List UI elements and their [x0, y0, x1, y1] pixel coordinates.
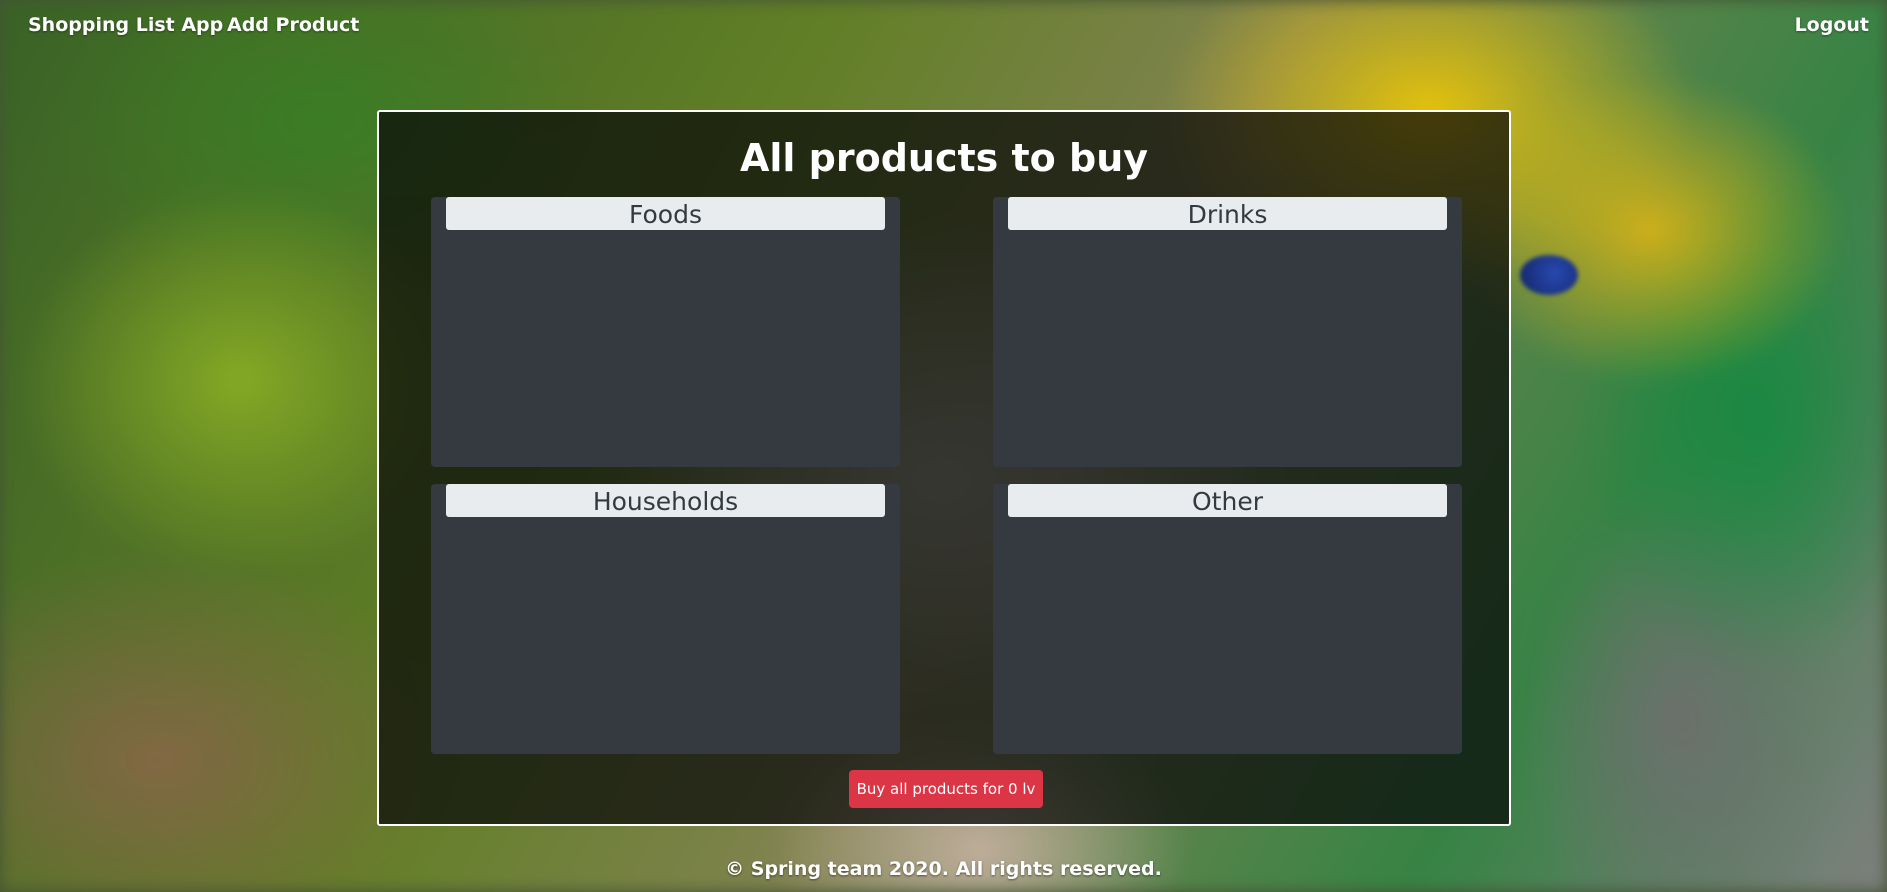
navbar: Shopping List App Add Product Logout	[0, 0, 1887, 54]
category-list-foods	[431, 230, 900, 467]
category-header-other: Other	[1008, 484, 1447, 517]
buy-all-button[interactable]: Buy all products for 0 lv	[849, 770, 1043, 808]
footer: © Spring team 2020. All rights reserved.	[725, 858, 1162, 880]
category-foods: Foods	[431, 197, 900, 467]
products-panel: All products to buy Foods Drinks Househo…	[377, 110, 1511, 826]
category-header-households: Households	[446, 484, 885, 517]
add-product-link[interactable]: Add Product	[227, 14, 359, 36]
category-list-drinks	[993, 230, 1462, 467]
brand-link[interactable]: Shopping List App	[28, 14, 223, 36]
category-drinks: Drinks	[993, 197, 1462, 467]
logout-link[interactable]: Logout	[1795, 14, 1869, 36]
category-header-drinks: Drinks	[1008, 197, 1447, 230]
page-title: All products to buy	[739, 136, 1149, 180]
category-header-foods: Foods	[446, 197, 885, 230]
category-list-households	[431, 517, 900, 754]
category-list-other	[993, 517, 1462, 754]
category-households: Households	[431, 484, 900, 754]
category-other: Other	[993, 484, 1462, 754]
